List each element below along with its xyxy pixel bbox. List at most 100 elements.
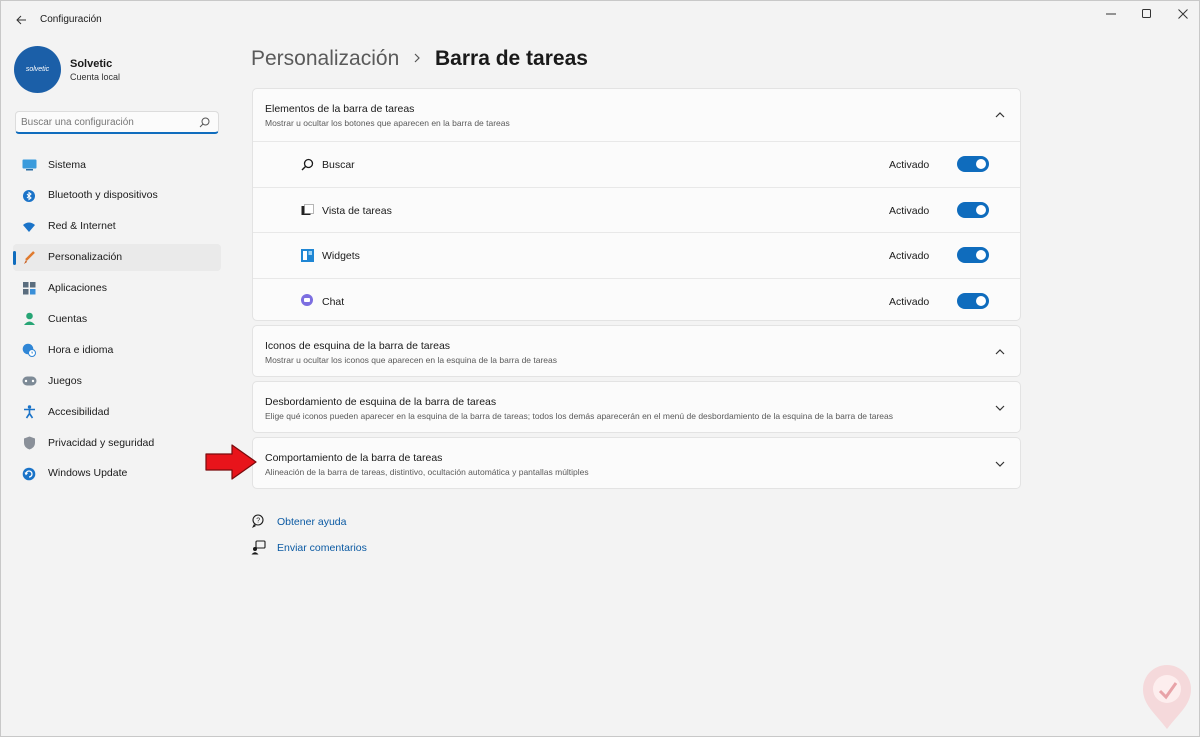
wifi-icon xyxy=(21,219,37,235)
toggle-knob xyxy=(976,250,986,260)
send-feedback-text: Enviar comentarios xyxy=(277,542,367,554)
chat-icon xyxy=(300,294,314,308)
sidebar-item-label: Bluetooth y dispositivos xyxy=(48,189,158,202)
task-view-icon xyxy=(300,203,314,217)
shield-icon xyxy=(21,435,37,451)
corner-icons-card[interactable]: Iconos de esquina de la barra de tareas … xyxy=(252,325,1021,377)
toggle-knob xyxy=(976,295,986,306)
chevron-up-icon[interactable] xyxy=(994,346,1006,358)
avatar[interactable]: solvetic xyxy=(14,46,61,93)
get-help-text: Obtener ayuda xyxy=(277,516,347,528)
system-icon xyxy=(21,157,37,173)
search-box[interactable] xyxy=(15,111,219,134)
card-description: Elige qué iconos pueden aparecer en la e… xyxy=(265,411,894,421)
sidebar-item-label: Personalización xyxy=(48,251,123,264)
taskbar-behavior-header[interactable]: Comportamiento de la barra de tareas Ali… xyxy=(253,438,1020,490)
sidebar-item-label: Cuentas xyxy=(48,312,88,325)
sidebar-nav: Sistema Bluetooth y dispositivos Red & I… xyxy=(13,151,221,491)
chat-toggle[interactable] xyxy=(957,292,989,309)
back-button[interactable] xyxy=(11,10,31,30)
globe-clock-icon xyxy=(21,342,37,358)
taskbar-items-card: Elementos de la barra de tareas Mostrar … xyxy=(252,88,1021,321)
svg-text:?: ? xyxy=(256,518,260,525)
chevron-up-icon[interactable] xyxy=(994,109,1006,121)
corner-overflow-header[interactable]: Desbordamiento de esquina de la barra de… xyxy=(253,382,1020,434)
taskbar-item-row-buscar: Buscar Activado xyxy=(253,141,1020,187)
row-label: Widgets xyxy=(322,250,360,262)
help-icon: ? xyxy=(252,514,264,528)
sidebar-item-juegos[interactable]: Juegos xyxy=(13,367,221,394)
row-label: Buscar xyxy=(322,159,355,171)
settings-window: Configuración solvetic Solvetic Cuenta l… xyxy=(0,0,1200,737)
vista-tareas-toggle[interactable] xyxy=(957,201,989,218)
user-name: Solvetic xyxy=(70,58,113,70)
widgets-icon xyxy=(300,248,314,262)
maximize-icon xyxy=(1142,9,1151,18)
card-title: Desbordamiento de esquina de la barra de… xyxy=(265,396,497,408)
taskbar-behavior-card[interactable]: Comportamiento de la barra de tareas Ali… xyxy=(252,437,1021,489)
card-description: Mostrar u ocultar los iconos que aparece… xyxy=(265,355,558,365)
back-arrow-icon xyxy=(15,15,26,25)
taskbar-item-row-widgets: Widgets Activado xyxy=(253,232,1020,278)
card-title: Comportamiento de la barra de tareas xyxy=(265,452,443,464)
sidebar-item-label: Sistema xyxy=(48,158,86,171)
sidebar-item-accesibilidad[interactable]: Accesibilidad xyxy=(13,398,221,425)
corner-overflow-card[interactable]: Desbordamiento de esquina de la barra de… xyxy=(252,381,1021,433)
toggle-knob xyxy=(976,159,986,169)
bluetooth-icon xyxy=(21,188,37,204)
account-type: Cuenta local xyxy=(70,72,121,82)
sidebar-item-privacidad[interactable]: Privacidad y seguridad xyxy=(13,429,221,456)
gamepad-icon xyxy=(21,373,37,389)
sidebar-item-bluetooth[interactable]: Bluetooth y dispositivos xyxy=(13,182,221,209)
card-description: Mostrar u ocultar los botones que aparec… xyxy=(265,118,510,128)
person-icon xyxy=(21,311,37,327)
page-title: Barra de tareas xyxy=(435,47,588,70)
card-title: Iconos de esquina de la barra de tareas xyxy=(265,340,451,352)
app-title: Configuración xyxy=(40,14,102,25)
row-state: Activado xyxy=(889,159,930,171)
search-input[interactable] xyxy=(21,115,196,130)
corner-icons-header[interactable]: Iconos de esquina de la barra de tareas … xyxy=(253,326,1020,378)
card-description: Alineación de la barra de tareas, distin… xyxy=(265,467,589,477)
toggle-knob xyxy=(976,204,986,215)
avatar-logo-text: solvetic xyxy=(25,66,50,73)
card-title: Elementos de la barra de tareas xyxy=(265,103,415,115)
sidebar-item-label: Aplicaciones xyxy=(48,282,107,295)
apps-icon xyxy=(21,281,37,297)
brush-icon xyxy=(21,250,37,266)
sidebar-item-aplicaciones[interactable]: Aplicaciones xyxy=(13,275,221,302)
close-icon xyxy=(1178,9,1188,19)
buscar-toggle[interactable] xyxy=(957,156,989,172)
breadcrumb-parent[interactable]: Personalización xyxy=(251,47,399,71)
row-state: Activado xyxy=(889,250,930,262)
sidebar-item-red[interactable]: Red & Internet xyxy=(13,213,221,240)
minimize-icon xyxy=(1106,13,1116,15)
sidebar-item-label: Hora e idioma xyxy=(48,343,114,356)
row-label: Vista de tareas xyxy=(322,204,392,217)
row-label: Chat xyxy=(322,295,345,308)
sidebar-item-label: Privacidad y seguridad xyxy=(48,436,155,449)
red-arrow-annotation xyxy=(205,444,257,480)
sidebar-item-hora[interactable]: Hora e idioma xyxy=(13,336,221,363)
sidebar-item-label: Juegos xyxy=(48,374,82,387)
watermark-logo-icon xyxy=(1143,665,1191,729)
taskbar-item-row-vista-tareas: Vista de tareas Activado xyxy=(253,186,1020,233)
sidebar-item-label: Windows Update xyxy=(48,467,128,480)
chevron-right-icon xyxy=(414,53,420,63)
chevron-down-icon[interactable] xyxy=(994,458,1006,470)
widgets-toggle[interactable] xyxy=(957,247,989,263)
search-icon xyxy=(199,117,210,128)
feedback-icon xyxy=(251,540,266,555)
taskbar-items-header[interactable]: Elementos de la barra de tareas Mostrar … xyxy=(253,89,1020,141)
update-icon xyxy=(21,466,37,482)
chevron-down-icon[interactable] xyxy=(994,402,1006,414)
row-state: Activado xyxy=(889,295,930,308)
close-button[interactable] xyxy=(1160,1,1200,27)
sidebar-item-label: Red & Internet xyxy=(48,220,116,233)
sidebar-item-windows-update[interactable]: Windows Update xyxy=(13,460,221,487)
sidebar-item-sistema[interactable]: Sistema xyxy=(13,151,221,178)
taskbar-item-row-chat: Chat Activado xyxy=(253,277,1020,324)
sidebar-item-personalizacion[interactable]: Personalización xyxy=(13,243,221,271)
search-icon xyxy=(300,157,314,171)
sidebar-item-cuentas[interactable]: Cuentas xyxy=(13,305,221,332)
